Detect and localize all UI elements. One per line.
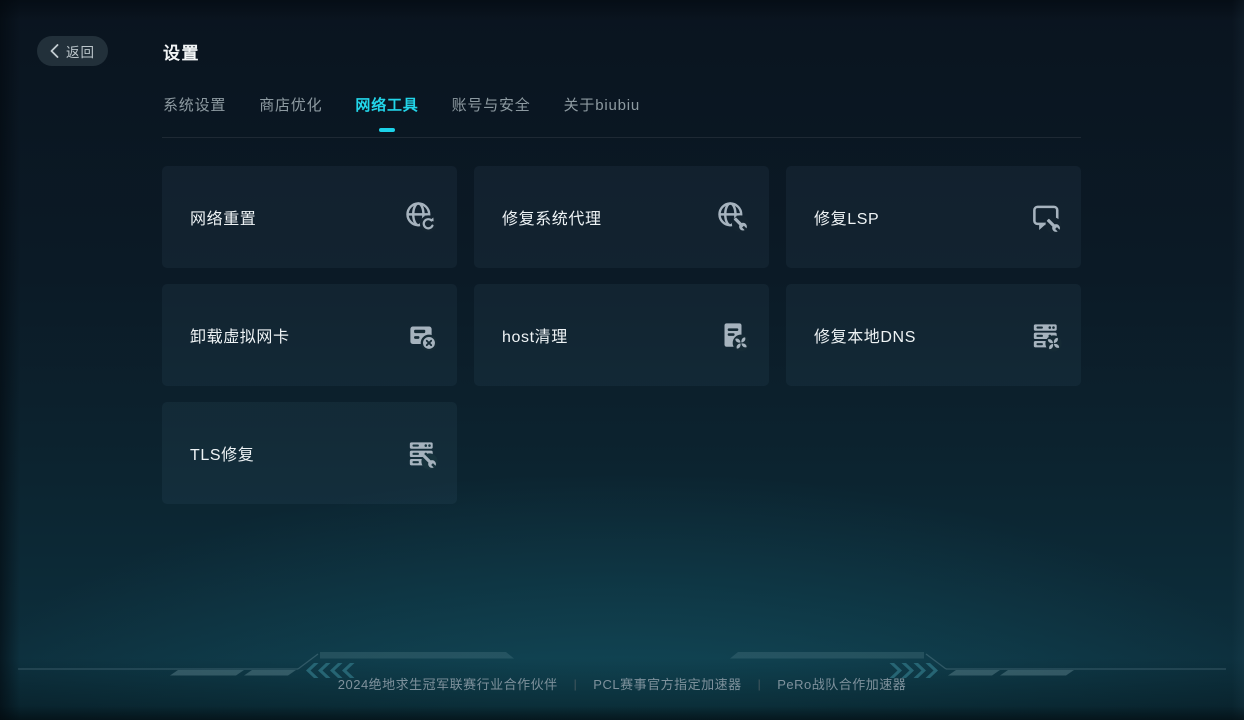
tab-about-biubiu[interactable]: 关于biubiu — [564, 94, 640, 119]
network-card-remove-icon — [404, 318, 438, 352]
settings-tabs: 系统设置 商店优化 网络工具 账号与安全 关于biubiu — [163, 94, 640, 119]
tool-label: 修复LSP — [814, 205, 879, 229]
back-button[interactable]: 返回 — [37, 36, 108, 66]
tool-card-host-clean[interactable]: host清理 — [474, 284, 769, 386]
tab-store-optimization[interactable]: 商店优化 — [259, 94, 322, 119]
tool-label: 网络重置 — [190, 205, 256, 229]
tabs-divider — [162, 137, 1081, 138]
globe-wrench-icon — [716, 200, 750, 234]
footer-partner-item: PCL赛事官方指定加速器 — [593, 674, 741, 693]
tool-label: 修复本地DNS — [814, 323, 916, 347]
monitor-wrench-icon — [1028, 200, 1062, 234]
server-wrench-icon — [404, 436, 438, 470]
tab-network-tools[interactable]: 网络工具 — [355, 94, 418, 119]
tool-label: host清理 — [502, 323, 568, 347]
tool-card-tls-fix[interactable]: TLS修复 — [162, 402, 457, 504]
settings-page: 返回 设置 系统设置 商店优化 网络工具 账号与安全 关于biubiu 网络重置 — [0, 0, 1244, 720]
tab-system-settings[interactable]: 系统设置 — [163, 94, 226, 119]
footer-separator: | — [574, 677, 578, 691]
back-button-label: 返回 — [66, 41, 95, 61]
tool-label: TLS修复 — [190, 441, 254, 465]
tool-card-network-reset[interactable]: 网络重置 — [162, 166, 457, 268]
tool-label: 卸载虚拟网卡 — [190, 323, 290, 347]
footer-partners: 2024绝地求生冠军联赛行业合作伙伴 | PCL赛事官方指定加速器 | PeRo… — [0, 674, 1244, 693]
server-clean-icon — [1028, 318, 1062, 352]
edge-shade-right — [1232, 0, 1244, 720]
edge-shade-top — [0, 0, 1244, 20]
edge-shade-bottom — [0, 706, 1244, 720]
footer-separator: | — [758, 677, 762, 691]
edge-shade-left — [0, 0, 20, 720]
tab-network-tools-label: 网络工具 — [355, 97, 418, 114]
document-clean-icon — [716, 318, 750, 352]
footer-partner-item: PeRo战队合作加速器 — [777, 674, 906, 693]
tool-card-fix-local-dns[interactable]: 修复本地DNS — [786, 284, 1081, 386]
chevron-left-icon — [50, 44, 59, 58]
page-title: 设置 — [163, 39, 200, 64]
network-tools-grid: 网络重置 修复系统代理 — [162, 166, 1082, 504]
globe-reset-icon — [404, 200, 438, 234]
tool-card-uninstall-virtual-nic[interactable]: 卸载虚拟网卡 — [162, 284, 457, 386]
tab-account-security[interactable]: 账号与安全 — [452, 94, 531, 119]
tool-card-fix-system-proxy[interactable]: 修复系统代理 — [474, 166, 769, 268]
footer-partner-item: 2024绝地求生冠军联赛行业合作伙伴 — [338, 674, 558, 693]
tool-card-fix-lsp[interactable]: 修复LSP — [786, 166, 1081, 268]
tool-label: 修复系统代理 — [502, 205, 602, 229]
active-tab-underline — [379, 128, 395, 132]
